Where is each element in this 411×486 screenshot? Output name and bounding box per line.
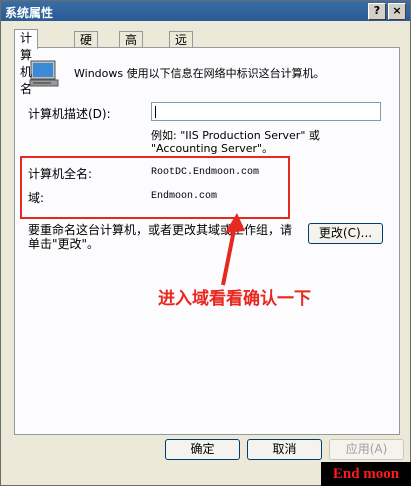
window-title: 系统属性 <box>5 6 54 20</box>
close-button[interactable]: × <box>388 3 406 20</box>
description-label: 计算机描述(D): <box>28 107 111 121</box>
tab-computer-name[interactable]: 计算机名 <box>14 29 39 96</box>
change-text-line-2: 单击"更改"。 <box>28 237 100 251</box>
annotation-text: 进入域看看确认一下 <box>158 289 311 309</box>
cancel-button[interactable]: 取消 <box>247 439 322 460</box>
change-text-line-1: 要重命名这台计算机，或者更改其域或工作组，请 <box>28 223 293 237</box>
system-properties-window: 系统属性 ? × 计算机名 硬件 高级 远程 Windows 使用以下信息在网络… <box>0 0 411 486</box>
text-caret <box>155 106 156 118</box>
help-button[interactable]: ? <box>368 3 386 20</box>
example-line-2: "Accounting Server"。 <box>151 142 274 155</box>
computer-icon <box>29 60 59 87</box>
ok-button[interactable]: 确定 <box>165 439 240 460</box>
apply-button[interactable]: 应用(A) <box>329 439 404 460</box>
change-instructions: 要重命名这台计算机，或者更改其域或工作组，请 单击"更改"。 <box>28 223 308 251</box>
highlight-box <box>20 156 290 219</box>
watermark: End moon <box>321 462 411 486</box>
change-button[interactable]: 更改(C)... <box>308 223 383 244</box>
info-text: Windows 使用以下信息在网络中标识这台计算机。 <box>74 67 325 80</box>
red-arrow <box>221 213 245 286</box>
title-bar: 系统属性 ? × <box>1 1 410 21</box>
example-line-1: 例如: "IIS Production Server" 或 <box>151 129 320 142</box>
description-input[interactable] <box>151 102 381 121</box>
description-example: 例如: "IIS Production Server" 或 "Accountin… <box>151 129 320 155</box>
